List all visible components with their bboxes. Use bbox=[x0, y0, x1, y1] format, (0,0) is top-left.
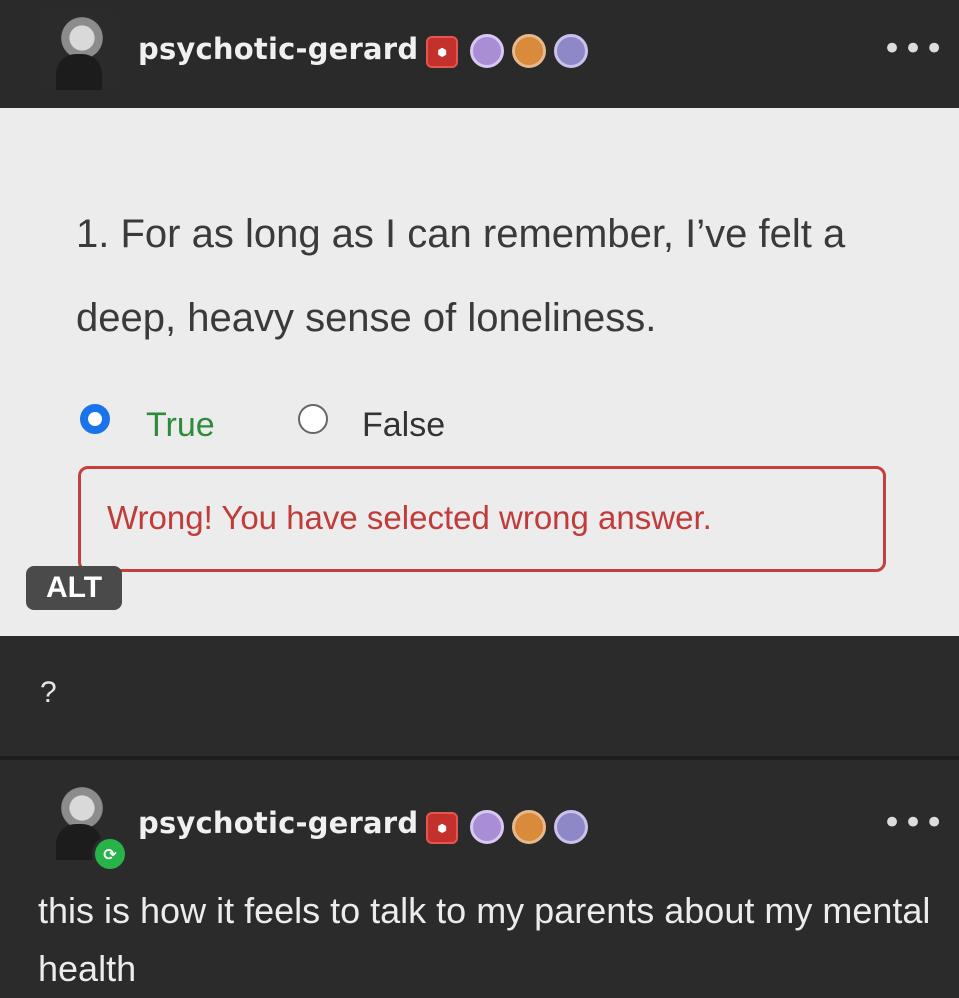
reblog-more-options-button[interactable]: ••• bbox=[882, 806, 945, 840]
radio-true[interactable] bbox=[80, 404, 110, 434]
orange-badge-icon bbox=[512, 810, 546, 844]
error-message-box: Wrong! You have selected wrong answer. bbox=[78, 466, 886, 572]
username[interactable]: psychotic-gerard bbox=[138, 32, 418, 66]
lilac-badge-icon bbox=[554, 810, 588, 844]
reblog-icon: ⟳ bbox=[92, 836, 128, 872]
more-options-button[interactable]: ••• bbox=[882, 32, 945, 66]
reblog-username[interactable]: psychotic-gerard bbox=[138, 806, 418, 840]
option-false-label: False bbox=[362, 406, 446, 444]
purple-badge-icon bbox=[470, 34, 504, 68]
hexagon-badge-icon: ⬢ bbox=[426, 36, 458, 68]
quiz-image: 1. For as long as I can remember, I’ve f… bbox=[0, 108, 959, 636]
quiz-question: 1. For as long as I can remember, I’ve f… bbox=[76, 212, 846, 340]
avatar[interactable] bbox=[38, 10, 118, 90]
post-header: psychotic-gerard ⬢ ••• bbox=[0, 0, 959, 108]
option-true-label: True bbox=[146, 406, 215, 444]
reblog-comment: this is how it feels to talk to my paren… bbox=[38, 890, 931, 989]
alt-text-button[interactable]: ALT bbox=[26, 566, 122, 610]
lilac-badge-icon bbox=[554, 34, 588, 68]
hexagon-badge-icon: ⬢ bbox=[426, 812, 458, 844]
post-caption: ? bbox=[40, 676, 57, 709]
purple-badge-icon bbox=[470, 810, 504, 844]
divider bbox=[0, 756, 959, 760]
orange-badge-icon bbox=[512, 34, 546, 68]
error-message: Wrong! You have selected wrong answer. bbox=[107, 499, 712, 536]
radio-false[interactable] bbox=[298, 404, 328, 434]
